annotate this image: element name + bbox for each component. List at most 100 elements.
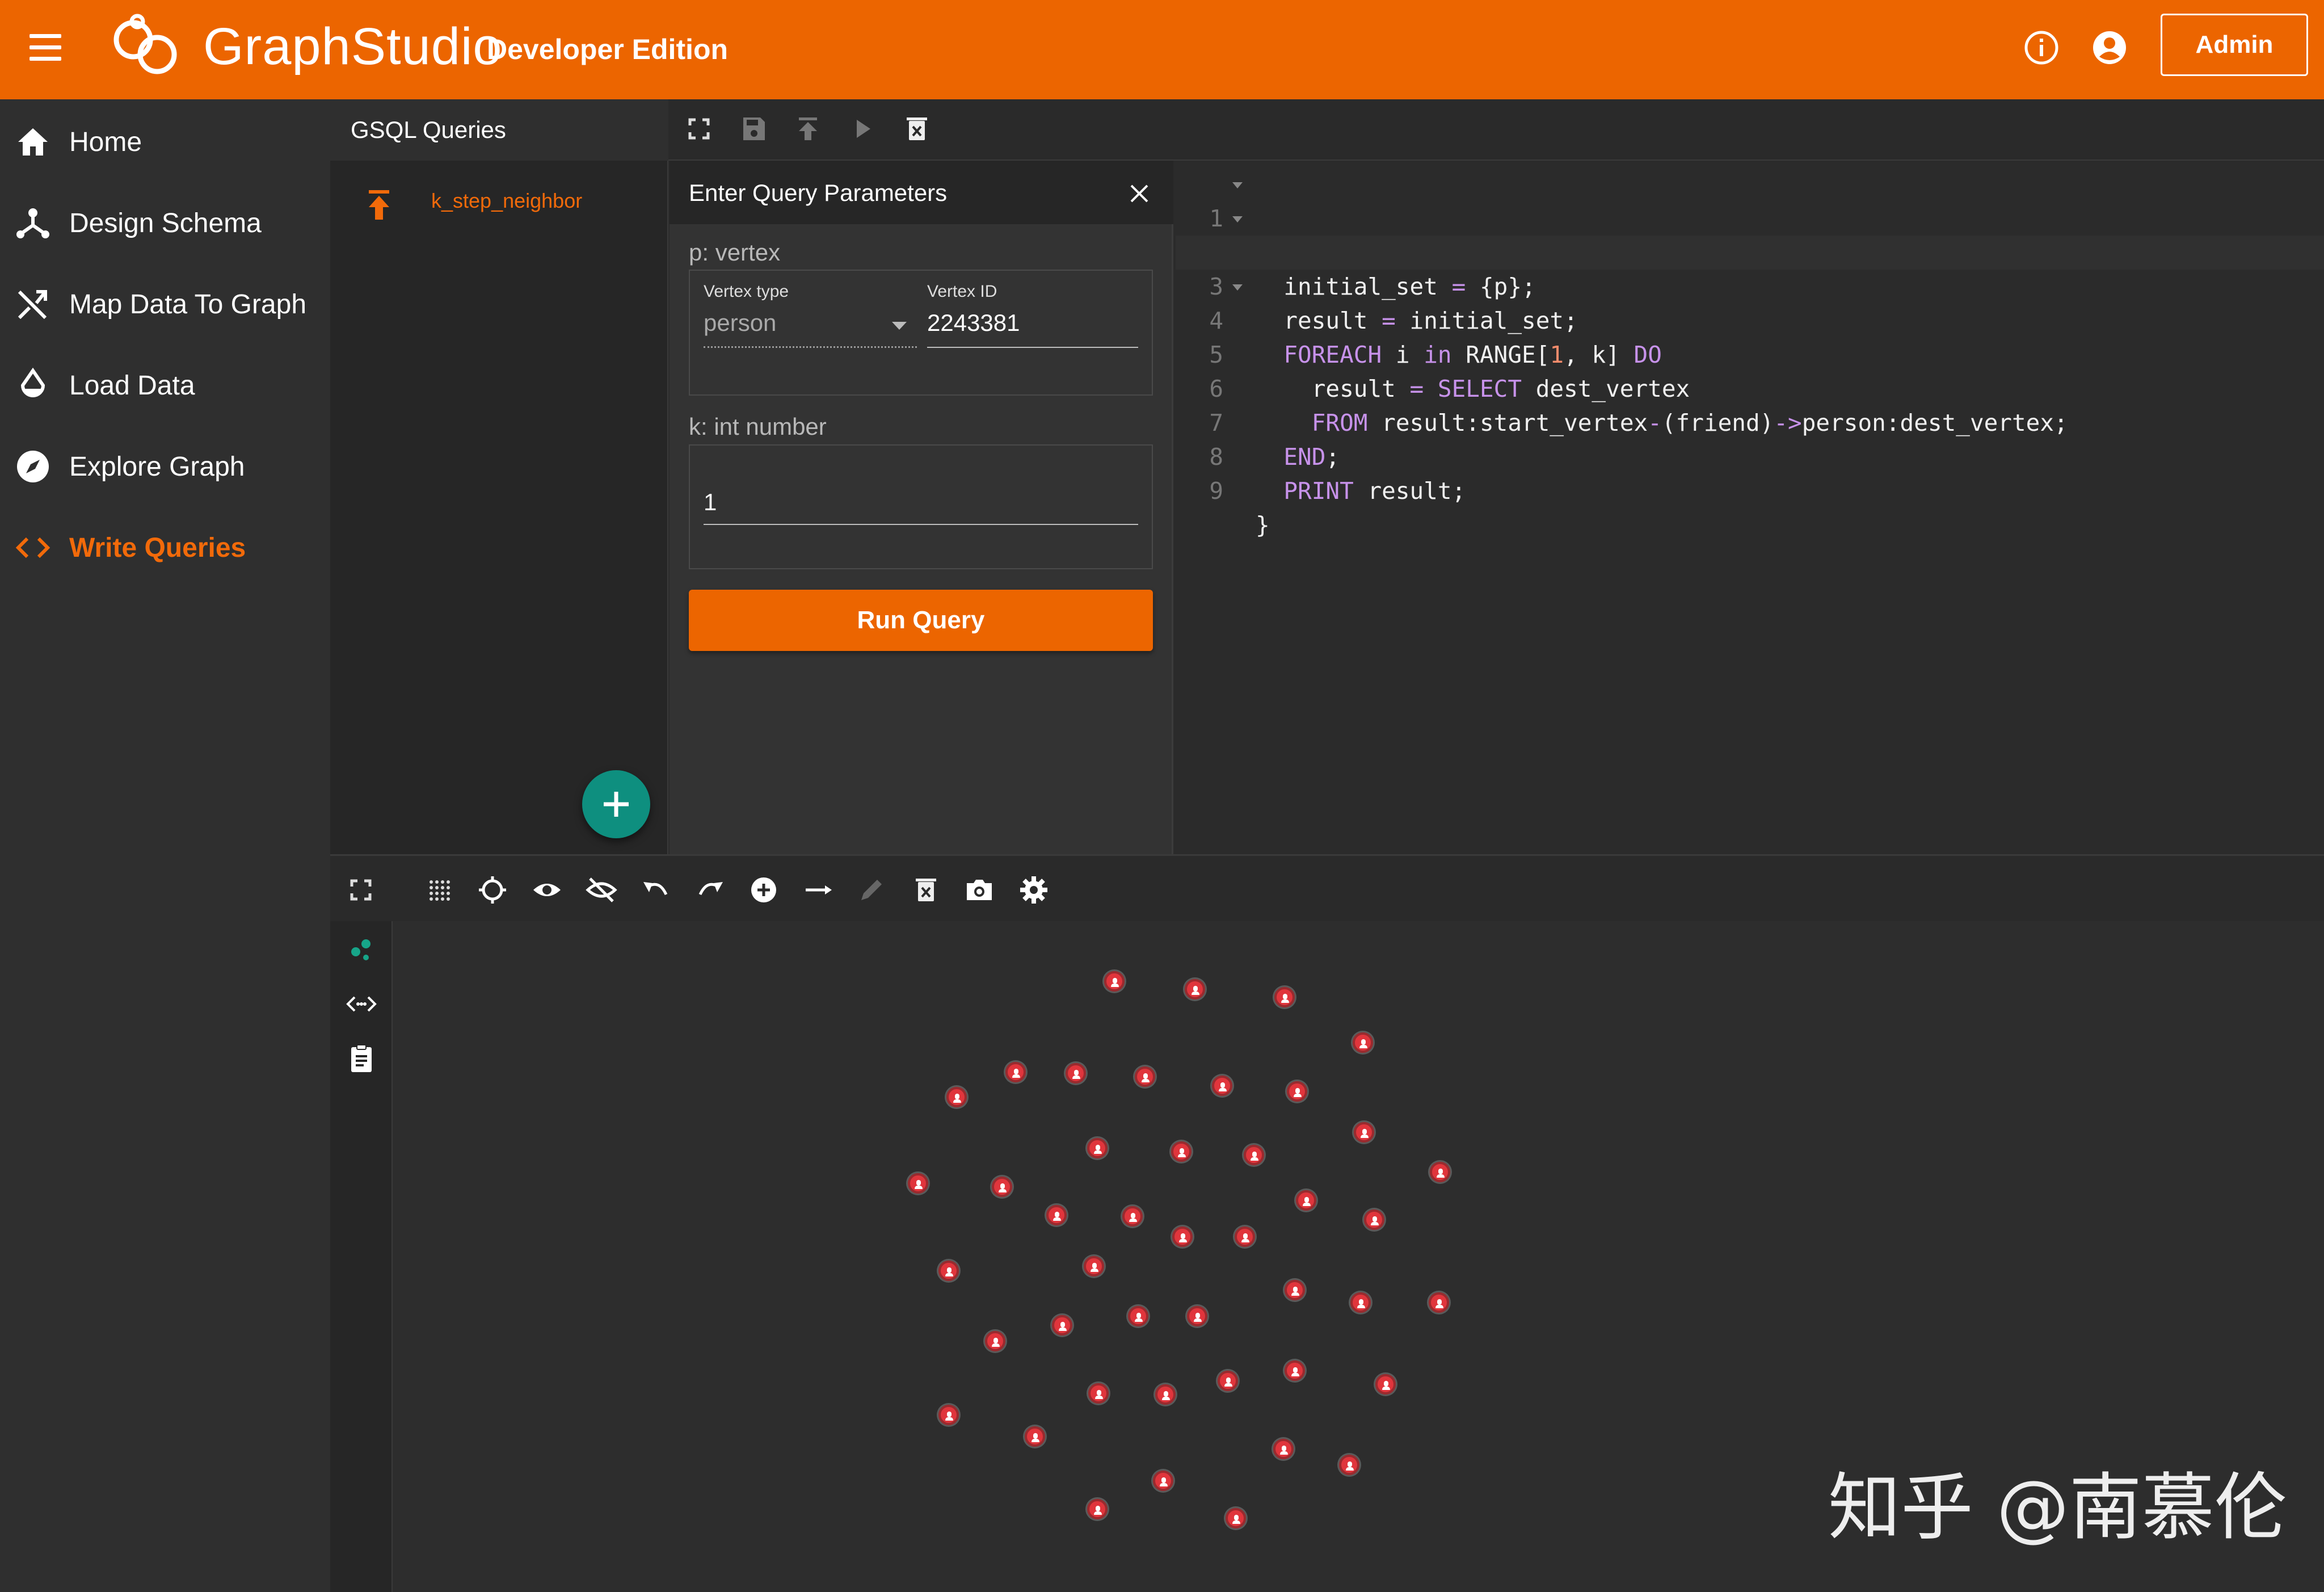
info-icon[interactable] bbox=[2023, 30, 2060, 66]
show-icon[interactable] bbox=[531, 874, 563, 906]
graph-vertex[interactable] bbox=[1296, 1190, 1316, 1211]
graph-vertex[interactable] bbox=[992, 1177, 1012, 1197]
edit-icon[interactable] bbox=[856, 874, 887, 906]
graphstudio-app: GraphStudio Developer Edition Admin Home… bbox=[0, 0, 2324, 1592]
graph-vertex[interactable] bbox=[1046, 1205, 1067, 1225]
nav-item-explore-graph[interactable]: Explore Graph bbox=[0, 432, 330, 501]
code-line-current: 3 result = initial_set; bbox=[1176, 236, 2324, 334]
graph-view-icon[interactable] bbox=[346, 935, 377, 967]
query-item-k-step-neighbor[interactable]: k_step_neighbor bbox=[431, 189, 582, 213]
fold-icon[interactable] bbox=[1232, 284, 1243, 291]
graph-vertex[interactable] bbox=[1104, 971, 1125, 992]
graph-vertex[interactable] bbox=[1088, 1383, 1109, 1404]
menu-icon[interactable] bbox=[30, 34, 61, 61]
install-query-icon[interactable] bbox=[792, 113, 824, 145]
graph-vertex[interactable] bbox=[1155, 1384, 1176, 1405]
layout-grid-icon[interactable] bbox=[423, 874, 455, 906]
graph-vertex[interactable] bbox=[1350, 1292, 1371, 1313]
graph-vertex[interactable] bbox=[1429, 1292, 1449, 1313]
graph-vertex[interactable] bbox=[985, 1331, 1005, 1351]
code-text: PRINT result; bbox=[1283, 477, 1466, 505]
graph-vertex[interactable] bbox=[938, 1405, 959, 1425]
chevron-down-icon bbox=[892, 322, 907, 330]
graph-vertex[interactable] bbox=[1274, 987, 1295, 1007]
graph-vertex[interactable] bbox=[1135, 1066, 1155, 1087]
graph-vertex[interactable] bbox=[1171, 1141, 1192, 1162]
vertex-id-input[interactable]: 2243381 bbox=[927, 305, 1138, 348]
log-clipboard-icon[interactable] bbox=[346, 1043, 377, 1074]
save-icon[interactable] bbox=[738, 113, 769, 145]
graph-vertex[interactable] bbox=[1364, 1209, 1384, 1230]
graph-vertex[interactable] bbox=[1375, 1374, 1396, 1394]
graph-vertex[interactable] bbox=[1066, 1063, 1086, 1083]
json-view-icon[interactable] bbox=[346, 988, 377, 1020]
graph-vertex[interactable] bbox=[1052, 1315, 1072, 1335]
fullscreen-icon[interactable] bbox=[345, 874, 377, 906]
left-nav: Home Design Schema Map Data To Graph Loa… bbox=[0, 99, 330, 1592]
nav-item-map-data[interactable]: Map Data To Graph bbox=[0, 270, 330, 338]
graph-vertex[interactable] bbox=[1128, 1306, 1148, 1326]
editor-toolbar bbox=[668, 99, 2324, 161]
run-icon[interactable] bbox=[847, 113, 878, 145]
run-query-button[interactable]: Run Query bbox=[689, 590, 1153, 651]
graph-vertex[interactable] bbox=[908, 1173, 928, 1194]
close-icon[interactable] bbox=[1127, 181, 1152, 206]
graph-vertex[interactable] bbox=[1153, 1471, 1173, 1491]
code-line: 8 PRINT result; bbox=[1176, 406, 2324, 505]
fullscreen-icon[interactable] bbox=[683, 113, 715, 145]
graph-vertex[interactable] bbox=[1087, 1499, 1108, 1519]
graph-vertex[interactable] bbox=[1218, 1371, 1238, 1391]
nav-item-load-data[interactable]: Load Data bbox=[0, 351, 330, 419]
graph-vertex[interactable] bbox=[1226, 1508, 1246, 1528]
graph-vertex[interactable] bbox=[1354, 1122, 1374, 1142]
graph-vertex[interactable] bbox=[1212, 1076, 1232, 1096]
code-editor[interactable]: 1 CREATE QUERY k_step_neighbor(VERTEX<pe… bbox=[1176, 161, 2324, 854]
graph-vertex[interactable] bbox=[1087, 1138, 1108, 1158]
nav-item-design-schema[interactable]: Design Schema bbox=[0, 189, 330, 257]
graph-vertex[interactable] bbox=[1187, 1306, 1207, 1326]
hide-icon[interactable] bbox=[586, 874, 617, 906]
locate-icon[interactable] bbox=[477, 874, 508, 906]
delete-icon[interactable] bbox=[901, 113, 933, 145]
camera-icon[interactable] bbox=[963, 874, 995, 906]
graph-vertex[interactable] bbox=[1285, 1280, 1305, 1300]
graph-vertex[interactable] bbox=[1025, 1426, 1045, 1447]
vertex-param-box: Vertex type person Vertex ID 2243381 bbox=[689, 270, 1153, 396]
settings-icon[interactable] bbox=[1018, 874, 1050, 906]
nav-item-home[interactable]: Home bbox=[0, 108, 330, 176]
vertex-type-select[interactable]: person bbox=[704, 305, 917, 348]
nav-item-label: Map Data To Graph bbox=[69, 289, 307, 320]
code-line: 9 } bbox=[1176, 440, 2324, 539]
drop-icon bbox=[20, 367, 45, 397]
fold-icon[interactable] bbox=[1232, 216, 1243, 222]
delete-icon[interactable] bbox=[910, 874, 942, 906]
redo-icon[interactable] bbox=[694, 874, 726, 906]
graph-vertex[interactable] bbox=[1172, 1226, 1193, 1247]
graph-vertex[interactable] bbox=[1430, 1162, 1450, 1182]
code-line: 6 FROM result:start_vertex-(friend)->per… bbox=[1176, 338, 2324, 436]
graph-vertex[interactable] bbox=[1185, 979, 1205, 999]
graph-vertex[interactable] bbox=[1084, 1256, 1104, 1276]
fold-icon[interactable] bbox=[1232, 182, 1243, 188]
k-value: 1 bbox=[704, 489, 717, 515]
account-icon[interactable] bbox=[2091, 30, 2128, 66]
graph-vertex[interactable] bbox=[1005, 1062, 1026, 1082]
nav-item-write-queries[interactable]: Write Queries bbox=[0, 514, 330, 582]
graph-vertex[interactable] bbox=[1235, 1226, 1255, 1247]
graph-vertex[interactable] bbox=[1353, 1032, 1373, 1053]
add-query-button[interactable] bbox=[582, 770, 650, 838]
graph-vertex[interactable] bbox=[1273, 1439, 1294, 1459]
graph-vertex[interactable] bbox=[1122, 1206, 1143, 1226]
graph-vertex[interactable] bbox=[938, 1261, 959, 1281]
graph-vertex[interactable] bbox=[1244, 1145, 1264, 1165]
vertex-type-value: person bbox=[704, 309, 777, 336]
graph-vertex[interactable] bbox=[1285, 1360, 1305, 1381]
graph-vertex[interactable] bbox=[1287, 1081, 1307, 1102]
graph-vertex[interactable] bbox=[1339, 1455, 1359, 1475]
undo-icon[interactable] bbox=[640, 874, 672, 906]
add-vertex-icon[interactable] bbox=[748, 874, 780, 906]
k-input[interactable]: 1 bbox=[704, 480, 1138, 525]
admin-button[interactable]: Admin bbox=[2161, 14, 2308, 76]
add-edge-icon[interactable] bbox=[802, 874, 834, 906]
graph-vertex[interactable] bbox=[946, 1087, 967, 1107]
